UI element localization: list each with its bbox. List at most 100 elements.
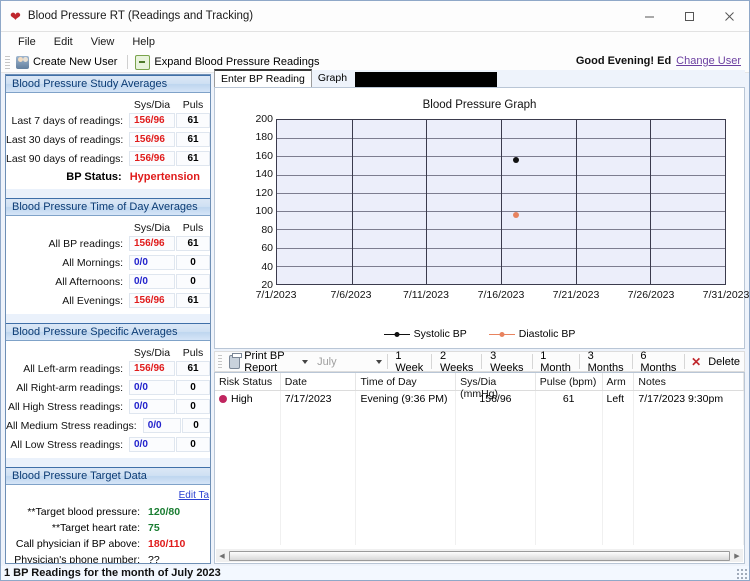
legend-marker-diastolic (488, 330, 515, 338)
month-select-value: July (317, 355, 337, 368)
create-new-user-label: Create New User (33, 56, 118, 68)
timeofday-row-evenings-pulse: 61 (176, 293, 210, 308)
data-point-systolic (512, 157, 519, 164)
timeofday-row-all-pulse: 61 (176, 236, 210, 251)
maximize-button[interactable] (669, 1, 709, 31)
menu-bar: File Edit View Help (1, 32, 749, 52)
study-col-pulse: Puls (182, 99, 204, 111)
study-row-30days-sysdia: 156/96 (129, 132, 176, 147)
resize-grip-icon[interactable] (736, 568, 747, 579)
target-row-callphysician-value: 180/110 (148, 538, 186, 550)
report-separator-2 (431, 354, 432, 369)
bp-status-row: BP Status: Hypertension (6, 168, 210, 185)
y-tick-160: 160 (255, 149, 273, 162)
delete-label: Delete (708, 355, 741, 368)
tab-strip-filler (355, 72, 498, 87)
timeofday-row-afternoons-label: All Afternoons: (55, 275, 123, 288)
timeofday-row-afternoons-sysdia: 0/0 (129, 274, 175, 289)
toolbar-grip[interactable] (5, 55, 10, 69)
cell-arm: Left (603, 391, 635, 407)
study-row-90days-label: Last 90 days of readings: (6, 152, 124, 165)
panel-gap-2 (6, 314, 210, 323)
y-tick-100: 100 (255, 205, 273, 218)
timeofday-col-pulse: Puls (182, 222, 204, 234)
tab-enter-bp-reading[interactable]: Enter BP Reading (214, 69, 312, 87)
greeting-text: Good Evening! Ed (575, 55, 672, 67)
report-toolbar-grip[interactable] (218, 355, 222, 368)
x-tick-0: 7/1/2023 (255, 289, 297, 301)
x-tick-6: 7/31/2023 (702, 289, 750, 301)
y-tick-120: 120 (255, 186, 273, 199)
legend-label-diastolic: Diastolic BP (518, 328, 576, 340)
grid-col-notes[interactable]: Notes (634, 373, 744, 390)
cell-risk-status-text: High (231, 393, 253, 405)
x-tick-3: 7/16/2023 (477, 289, 525, 301)
scroll-right-arrow[interactable]: ▶ (731, 552, 743, 560)
target-row-phone-label: Physician's phone number: (14, 554, 140, 564)
timeofday-row-all-sysdia: 156/96 (129, 236, 175, 251)
study-row-7days-pulse: 61 (176, 113, 210, 128)
content-area: Blood Pressure Study Averages Sys/Dia Pu… (1, 69, 749, 566)
menu-help[interactable]: Help (123, 34, 164, 50)
specific-row-highstress: All High Stress readings: 0/0 0 (6, 397, 210, 416)
report-toolbar: Print BP Report July 1 Week 2 Weeks 3 We… (214, 350, 745, 374)
status-bar-text: 1 BP Readings for the month of July 2023 (4, 567, 221, 579)
y-tick-180: 180 (255, 131, 273, 144)
toolbar-separator (127, 55, 129, 69)
specific-row-mediumstress-pulse: 0 (182, 418, 210, 433)
close-button[interactable] (709, 1, 749, 31)
table-row[interactable]: High 7/17/2023 Evening (9:36 PM) 156/96 … (215, 391, 744, 407)
timeofday-row-mornings: All Mornings: 0/0 0 (6, 253, 210, 272)
specific-row-rightarm-sysdia: 0/0 (129, 380, 175, 395)
scroll-left-arrow[interactable]: ◀ (216, 552, 228, 560)
legend-label-systolic: Systolic BP (413, 328, 467, 340)
window-title: Blood Pressure RT (Readings and Tracking… (27, 10, 254, 22)
title-bar: ❤ Blood Pressure RT (Readings and Tracki… (1, 1, 749, 32)
specific-row-rightarm: All Right-arm readings: 0/0 0 (6, 378, 210, 397)
panel-study-title: Blood Pressure Study Averages (6, 75, 210, 93)
timeofday-row-all: All BP readings: 156/96 61 (6, 234, 210, 253)
expand-readings-button[interactable]: Expand Blood Pressure Readings (132, 54, 325, 71)
cell-notes: 7/17/2023 9:30pm (634, 391, 744, 407)
report-separator-7 (684, 354, 686, 369)
specific-row-leftarm-pulse: 61 (176, 361, 210, 376)
y-tick-200: 200 (255, 113, 273, 125)
delete-button[interactable]: ✕ Delete (687, 353, 744, 371)
menu-view[interactable]: View (82, 34, 124, 50)
bp-status-label: BP Status: (66, 171, 122, 183)
specific-row-leftarm-label: All Left-arm readings: (23, 362, 123, 375)
grid-col-pulse[interactable]: Pulse (bpm) (536, 373, 603, 390)
chart-legend: Systolic BP Diastolic BP (215, 328, 744, 340)
user-greeting-area: Good Evening! Ed Change User (576, 55, 741, 67)
change-user-link[interactable]: Change User (676, 55, 741, 67)
month-select[interactable]: July (314, 354, 385, 369)
x-tick-4: 7/21/2023 (552, 289, 600, 301)
tab-graph[interactable]: Graph (312, 70, 353, 87)
printer-icon (228, 352, 242, 369)
grid-col-arm[interactable]: Arm (603, 373, 635, 390)
grid-col-time-of-day[interactable]: Time of Day (356, 373, 457, 390)
x-axis: 7/1/2023 7/6/2023 7/11/2023 7/16/2023 7/… (256, 289, 750, 303)
report-separator-5 (578, 354, 580, 369)
grid-col-sysdia[interactable]: Sys/Dia (mmHg) (456, 373, 536, 400)
specific-row-lowstress-pulse: 0 (176, 437, 210, 452)
panel-specific-averages: Blood Pressure Specific Averages Sys/Dia… (6, 323, 210, 458)
study-row-7days-label: Last 7 days of readings: (11, 114, 124, 127)
specific-row-mediumstress: All Medium Stress readings: 0/0 0 (6, 416, 210, 435)
grid-col-date[interactable]: Date (281, 373, 357, 390)
menu-edit[interactable]: Edit (45, 34, 82, 50)
timeofday-row-evenings: All Evenings: 156/96 61 (6, 291, 210, 310)
target-row-bp: **Target blood pressure: 120/80 (6, 504, 210, 520)
risk-status-icon (219, 395, 227, 403)
chart-plot-area: 200 180 160 140 120 100 80 60 40 20 7/1/… (215, 113, 749, 301)
grid-horizontal-scrollbar[interactable]: ◀ ▶ (216, 549, 743, 562)
create-new-user-button[interactable]: Create New User (13, 55, 123, 70)
edit-target-link[interactable]: Edit Ta (179, 490, 209, 501)
minimize-button[interactable] (629, 1, 669, 31)
scroll-thumb[interactable] (229, 550, 730, 561)
timeofday-row-mornings-pulse: 0 (176, 255, 210, 270)
panel-target-title: Blood Pressure Target Data (6, 467, 210, 485)
menu-file[interactable]: File (9, 34, 45, 50)
target-row-bp-value: 120/80 (148, 506, 181, 518)
grid-col-risk-status[interactable]: Risk Status (215, 373, 281, 390)
